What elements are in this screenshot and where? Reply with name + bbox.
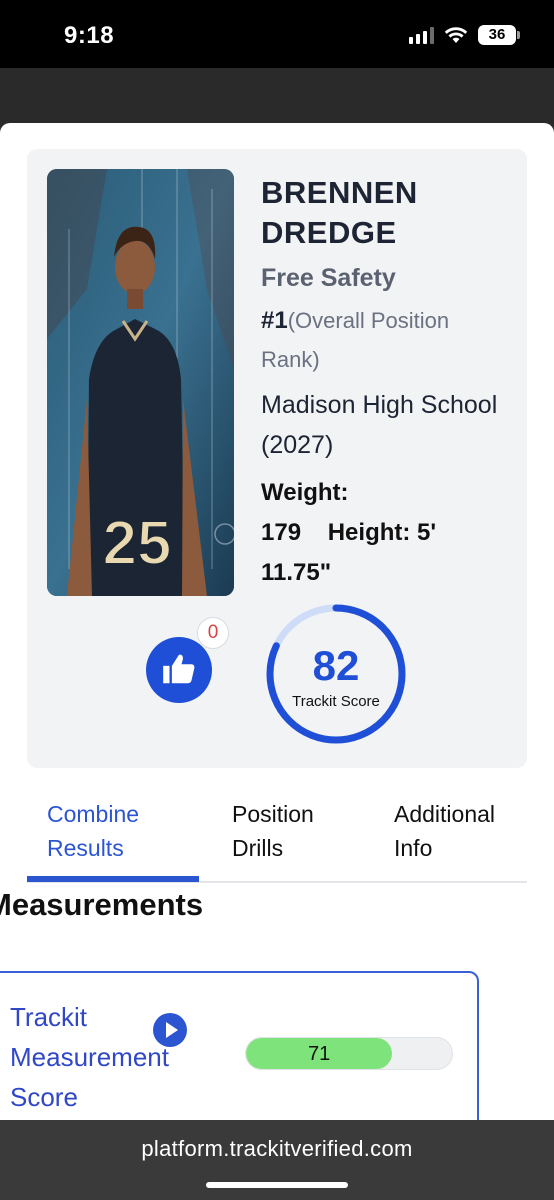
status-icons: 36 [409, 25, 520, 45]
section-title: Measurements [0, 887, 204, 922]
profile-tabs: Combine Results Position Drills Addition… [27, 787, 527, 883]
player-stats: Weight: 179 Height: 5' 11.75" [261, 473, 511, 593]
trackit-score-label: Trackit Score [292, 693, 380, 710]
rank-label: (Overall Position Rank) [261, 308, 450, 372]
weight-value: 179 [261, 519, 302, 546]
tab-additional-info[interactable]: Additional Info [394, 797, 524, 865]
like-button[interactable] [146, 637, 212, 703]
browser-url-bar[interactable]: platform.trackitverified.com [0, 1120, 554, 1200]
battery-icon: 36 [478, 25, 520, 45]
height-label: Height: [327, 519, 411, 546]
play-video-icon[interactable] [153, 1013, 187, 1047]
like-count-badge: 0 [197, 617, 229, 649]
tab-combine-results[interactable]: Combine Results [47, 797, 177, 865]
player-position: Free Safety [261, 264, 396, 292]
thumbs-up-icon [163, 654, 195, 684]
status-time: 9:18 [64, 22, 115, 49]
measurement-card: Trackit Measurement Score 71 [0, 971, 479, 1123]
player-photo: 25 [47, 169, 234, 596]
measurement-score-bar: 71 [245, 1037, 453, 1070]
player-name: BRENNEN DREDGE [261, 175, 418, 250]
cellular-signal-icon [409, 26, 434, 44]
status-bar: 9:18 36 [0, 0, 554, 68]
browser-url[interactable]: platform.trackitverified.com [0, 1136, 554, 1162]
home-indicator[interactable] [206, 1182, 348, 1188]
measurement-score-value: 71 [308, 1043, 331, 1065]
trackit-score-value: 82 [312, 642, 360, 689]
tab-position-drills[interactable]: Position Drills [232, 797, 342, 865]
weight-label: Weight: [261, 479, 349, 506]
player-info: BRENNEN DREDGE Free Safety #1(Overall Po… [261, 173, 511, 593]
player-photo-image: 25 [47, 169, 234, 596]
player-school: Madison High School (2027) [261, 391, 498, 459]
rank-number: #1 [261, 307, 288, 334]
wifi-icon [444, 27, 468, 43]
active-tab-indicator [27, 876, 199, 882]
profile-card: 25 BRENNEN DREDGE Free Safety #1(Overall… [27, 149, 527, 768]
jersey-number: 25 [103, 509, 172, 578]
position-rank: #1(Overall Position Rank) [261, 301, 511, 379]
player-profile-sheet: 25 BRENNEN DREDGE Free Safety #1(Overall… [0, 123, 554, 1123]
